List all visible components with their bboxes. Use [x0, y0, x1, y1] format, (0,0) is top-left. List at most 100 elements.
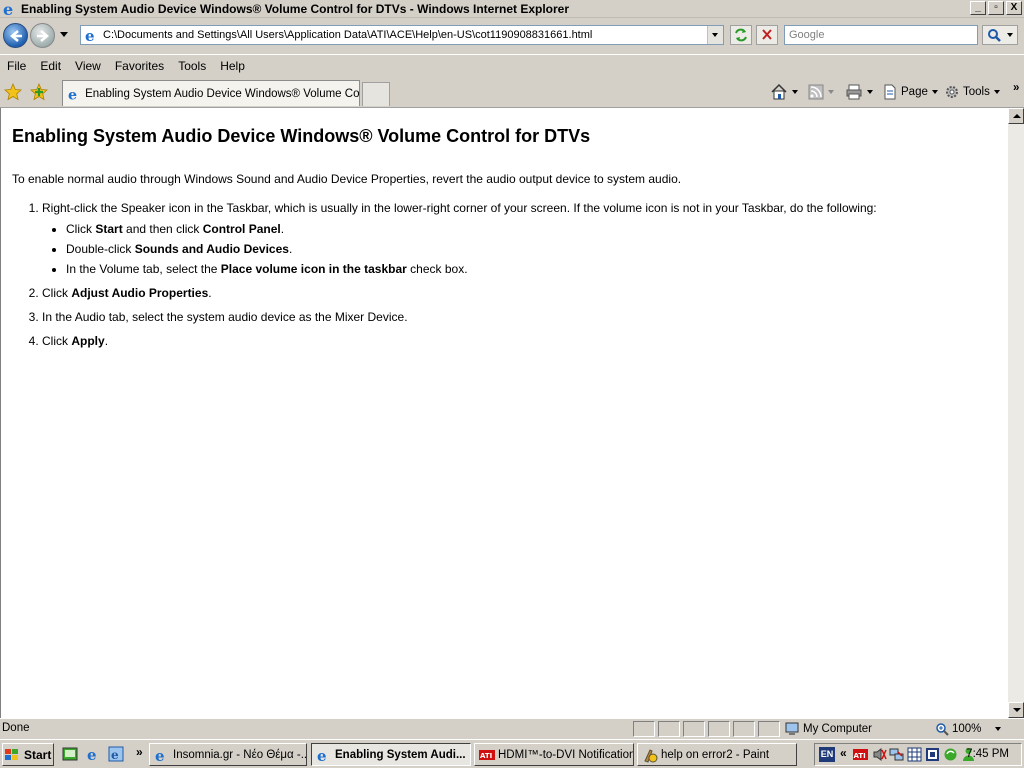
substep-text: Double-click	[66, 242, 135, 256]
menu-bar: File Edit View Favorites Tools Help	[0, 54, 1024, 76]
stop-icon	[762, 29, 772, 40]
ati-tray-icon[interactable]: ATI	[853, 747, 868, 762]
new-tab-button[interactable]	[362, 82, 390, 106]
print-icon	[846, 84, 862, 100]
status-cell	[708, 721, 730, 737]
zoom-level: 100%	[952, 723, 982, 735]
task-enabling-system-audio[interactable]: e Enabling System Audi...	[311, 743, 471, 766]
tools-menu-label: Tools	[963, 86, 990, 98]
step-text: .	[104, 334, 109, 348]
tab-label: Enabling System Audio Device Windows® Vo…	[85, 87, 359, 100]
zoom-control[interactable]: 100%	[935, 721, 1002, 737]
status-cell	[733, 721, 755, 737]
stop-button[interactable]	[756, 25, 778, 45]
sync-app-icon[interactable]	[943, 747, 958, 762]
zoom-icon	[936, 723, 949, 736]
clock[interactable]: 7:45 PM	[966, 748, 1009, 760]
maximize-button[interactable]: ▫	[988, 1, 1004, 15]
svg-text:e: e	[87, 746, 97, 762]
show-desktop-icon[interactable]	[62, 746, 78, 762]
menu-edit[interactable]: Edit	[33, 59, 68, 73]
network-icon[interactable]	[889, 747, 904, 762]
task-label: help on error2 - Paint	[661, 748, 770, 761]
search-button[interactable]	[982, 25, 1018, 45]
substep-text: and then click	[122, 222, 203, 236]
close-button[interactable]: X	[1006, 1, 1022, 15]
tab-bar: e Enabling System Audio Device Windows® …	[0, 76, 1024, 108]
start-label: Start	[24, 747, 52, 762]
feeds-button[interactable]	[808, 82, 834, 102]
status-text: Done	[2, 722, 30, 734]
status-bar: Done My Computer 100%	[0, 718, 1024, 739]
intro-paragraph: To enable normal audio through Windows S…	[12, 172, 682, 186]
step-text: .	[208, 286, 212, 300]
substep-bold-sounds: Sounds and Audio Devices	[134, 242, 289, 256]
internet-explorer-icon[interactable]: e	[86, 746, 102, 762]
favorites-center-icon[interactable]	[4, 83, 22, 101]
search-input[interactable]: Google	[784, 25, 978, 45]
substep-3: In the Volume tab, select the Place volu…	[66, 262, 997, 276]
forward-button[interactable]	[30, 23, 55, 48]
menu-favorites[interactable]: Favorites	[108, 59, 171, 73]
home-button[interactable]	[770, 82, 798, 102]
chevron-down-icon	[712, 33, 718, 37]
print-button[interactable]	[845, 82, 873, 102]
page-menu-button[interactable]: Page	[882, 82, 938, 102]
start-button[interactable]: Start	[2, 743, 54, 766]
window-title: Enabling System Audio Device Windows® Vo…	[21, 1, 570, 16]
ie-page-icon: e	[155, 747, 165, 763]
task-label: Enabling System Audi...	[335, 748, 466, 761]
scroll-down-button[interactable]	[1008, 702, 1024, 718]
speaker-icon[interactable]	[872, 747, 887, 762]
task-paint[interactable]: help on error2 - Paint	[637, 743, 797, 766]
back-arrow-icon	[10, 30, 22, 42]
page-icon	[884, 84, 896, 100]
address-dropdown-button[interactable]	[707, 26, 723, 44]
menu-file[interactable]: File	[0, 59, 33, 73]
minimize-button[interactable]: _	[970, 1, 986, 15]
gear-icon	[946, 86, 958, 98]
command-overflow-button[interactable]: »	[1010, 78, 1019, 98]
quicklaunch-overflow-icon[interactable]: »	[136, 745, 143, 759]
browser-quicklaunch-icon[interactable]: e	[108, 746, 124, 762]
my-computer-icon	[785, 722, 799, 735]
menu-tools[interactable]: Tools	[171, 59, 213, 73]
svg-text:e: e	[85, 27, 95, 43]
security-zone: My Computer	[784, 721, 872, 737]
page-ie-icon: e	[85, 27, 95, 43]
vertical-scrollbar[interactable]	[1008, 108, 1024, 718]
step-1: Right-click the Speaker icon in the Task…	[42, 201, 997, 276]
forward-arrow-icon	[37, 30, 49, 42]
ie-page-icon: e	[317, 747, 327, 763]
language-indicator[interactable]: EN	[819, 747, 835, 762]
task-insomnia[interactable]: e Insomnia.gr - Νέο Θέμα -...	[149, 743, 307, 766]
recent-pages-dropdown-icon[interactable]	[60, 32, 68, 38]
address-url[interactable]: C:\Documents and Settings\All Users\Appl…	[103, 29, 592, 41]
navigation-bar: e C:\Documents and Settings\All Users\Ap…	[0, 18, 1024, 54]
substep-text: check box.	[406, 262, 468, 276]
svg-text:e: e	[111, 748, 119, 762]
taskbar: Start e e » e Insomnia.gr - Νέο Θέμα -..…	[0, 739, 1024, 768]
chevron-down-icon	[995, 727, 1002, 731]
refresh-button[interactable]	[730, 25, 752, 45]
security-zone-label: My Computer	[803, 723, 873, 735]
status-cell	[683, 721, 705, 737]
address-bar[interactable]: e C:\Documents and Settings\All Users\Ap…	[80, 25, 724, 45]
tab-current[interactable]: e Enabling System Audio Device Windows® …	[62, 80, 360, 106]
page-heading: Enabling System Audio Device Windows® Vo…	[12, 126, 591, 146]
substep-text: .	[280, 222, 285, 236]
chevron-down-icon	[993, 90, 1000, 94]
svg-text:ATI: ATI	[854, 752, 866, 760]
scroll-up-button[interactable]	[1008, 108, 1024, 124]
menu-help[interactable]: Help	[213, 59, 252, 73]
tools-menu-button[interactable]: Tools	[944, 82, 1000, 102]
task-hdmi-notification[interactable]: ATI HDMI™-to-DVI Notification	[474, 743, 634, 766]
add-to-favorites-icon[interactable]	[30, 83, 48, 101]
media-app-icon[interactable]	[925, 747, 940, 762]
back-button[interactable]	[3, 23, 28, 48]
grid-app-icon[interactable]	[907, 747, 922, 762]
arrow-up-icon	[1013, 114, 1021, 118]
menu-view[interactable]: View	[68, 59, 108, 73]
substep-2: Double-click Sounds and Audio Devices.	[66, 242, 997, 256]
page-menu-label: Page	[901, 86, 928, 98]
